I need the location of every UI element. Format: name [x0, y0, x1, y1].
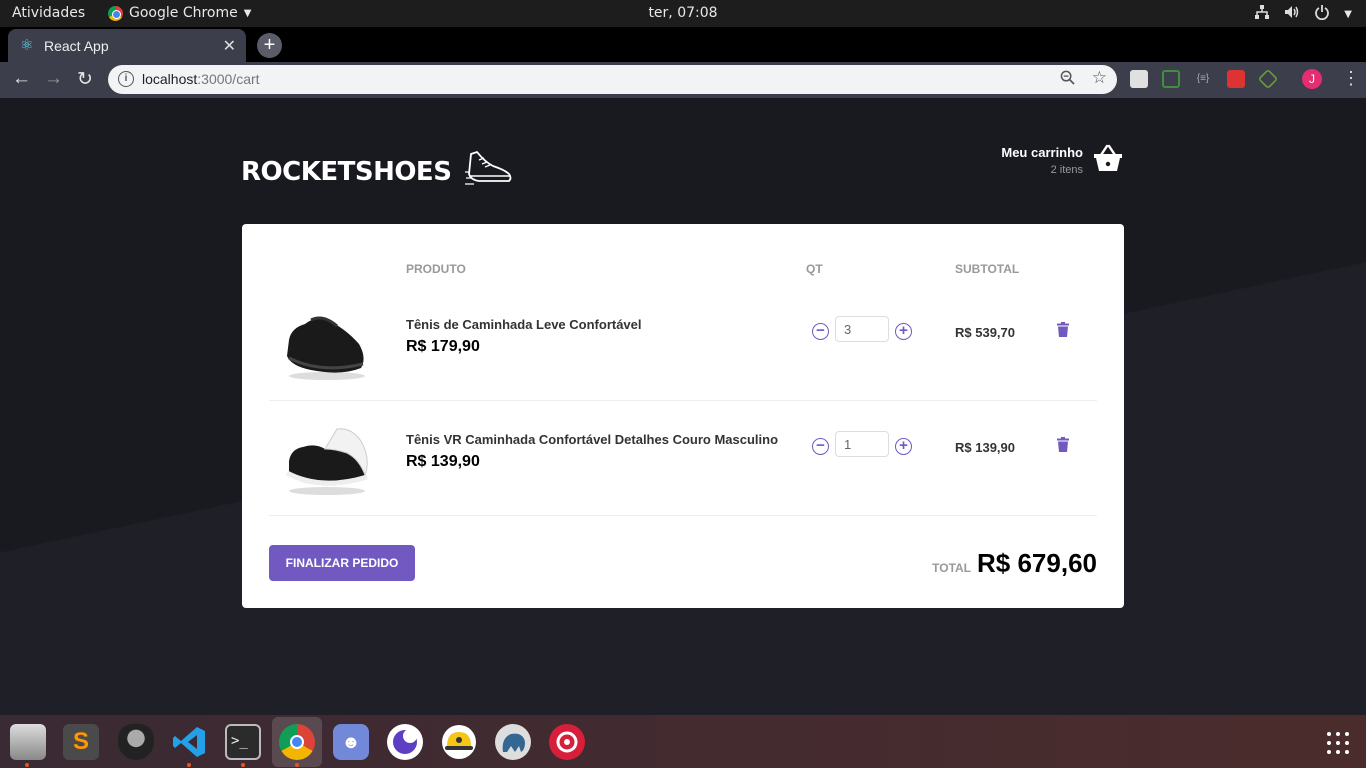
- postgres-elephant-icon[interactable]: [495, 724, 531, 760]
- extension-nodejs-icon[interactable]: [1257, 68, 1279, 90]
- info-icon[interactable]: i: [118, 71, 134, 87]
- tab-title: React App: [44, 38, 109, 54]
- cart-count: 2 itens: [1050, 164, 1083, 176]
- column-header-subtotal: SUBTOTAL: [955, 262, 1020, 276]
- app-page: ROCKETSHOES Meu carrinho 2 itens PRODUTO…: [0, 98, 1366, 715]
- menu-kebab-icon[interactable]: ⋮: [1342, 68, 1360, 89]
- system-tray[interactable]: ▼: [1254, 4, 1352, 24]
- running-indicator: [187, 763, 191, 767]
- tab-react-app[interactable]: ⚛ React App ✕: [8, 29, 246, 62]
- running-indicator: [295, 763, 299, 767]
- terminal-icon[interactable]: >_: [225, 724, 261, 760]
- show-apps-icon[interactable]: [1327, 732, 1349, 754]
- cart-item-row: Tênis de Caminhada Leve Confortável R$ 1…: [269, 286, 1097, 401]
- product-name: Tênis VR Caminhada Confortável Detalhes …: [406, 432, 779, 447]
- shoe-logo-icon: [465, 150, 513, 193]
- url-text[interactable]: localhost:3000/cart: [142, 71, 260, 87]
- decrement-button[interactable]: −: [812, 323, 829, 340]
- cart-summary: Meu carrinho 2 itens: [1001, 145, 1083, 176]
- profile-avatar[interactable]: J: [1302, 69, 1322, 89]
- increment-button[interactable]: +: [895, 323, 912, 340]
- item-subtotal: R$ 539,70: [955, 325, 1015, 340]
- item-subtotal: R$ 139,90: [955, 440, 1015, 455]
- trash-icon[interactable]: [1057, 437, 1069, 452]
- react-icon: ⚛: [20, 37, 34, 54]
- total-label: TOTAL: [932, 561, 972, 575]
- increment-button[interactable]: +: [895, 438, 912, 455]
- power-icon: [1314, 4, 1330, 24]
- browser-toolbar: ← → ↻ i localhost:3000/cart ☆ {≡} J ⋮: [0, 62, 1366, 98]
- extension-search-icon[interactable]: [1130, 70, 1148, 88]
- vscode-icon[interactable]: [171, 724, 207, 760]
- product-price: R$ 139,90: [406, 453, 480, 470]
- insomnia-icon[interactable]: [387, 724, 423, 760]
- header-cart-link[interactable]: Meu carrinho 2 itens: [1001, 144, 1123, 177]
- brand-name: ROCKETSHOES: [241, 156, 452, 187]
- extension-bug-icon[interactable]: [1227, 70, 1245, 88]
- running-indicator: [25, 763, 29, 767]
- dock: S >_ ☻: [0, 715, 1366, 768]
- cart-panel: PRODUTO QT SUBTOTAL Tênis de Caminhada L…: [242, 224, 1124, 608]
- system-top-bar: Atividades Google Chrome ▼ ter, 07:08 ▼: [0, 0, 1366, 27]
- new-tab-button[interactable]: +: [257, 33, 282, 58]
- running-indicator: [241, 763, 245, 767]
- chevron-down-icon: ▼: [1344, 8, 1352, 20]
- tab-strip: ⚛ React App ✕ +: [0, 27, 1366, 62]
- trash-icon[interactable]: [1057, 322, 1069, 337]
- decrement-button[interactable]: −: [812, 438, 829, 455]
- product-price: R$ 179,90: [406, 338, 480, 355]
- reload-icon[interactable]: ↻: [77, 68, 93, 91]
- column-header-qty: QT: [806, 262, 823, 276]
- forward-icon[interactable]: →: [44, 68, 63, 90]
- discord-icon[interactable]: ☻: [333, 724, 369, 760]
- extension-json-icon[interactable]: {≡}: [1194, 70, 1212, 88]
- logo[interactable]: ROCKETSHOES: [241, 150, 513, 193]
- total-value: R$ 679,60: [977, 548, 1097, 578]
- column-header-product: PRODUTO: [406, 262, 466, 276]
- shopping-basket-icon: [1093, 144, 1123, 177]
- close-tab-icon[interactable]: ✕: [223, 36, 236, 56]
- back-icon[interactable]: ←: [12, 68, 31, 90]
- sublime-text-icon[interactable]: S: [63, 724, 99, 760]
- product-name: Tênis de Caminhada Leve Confortável: [406, 317, 642, 332]
- bookmark-star-icon[interactable]: ☆: [1092, 68, 1107, 88]
- postbird-helmet-icon[interactable]: [441, 724, 477, 760]
- cart-title: Meu carrinho: [1001, 145, 1083, 160]
- network-icon: [1254, 4, 1270, 24]
- zoom-icon[interactable]: [1060, 70, 1075, 89]
- files-icon[interactable]: [10, 724, 46, 760]
- quantity-input[interactable]: [835, 316, 889, 342]
- volume-icon: [1284, 4, 1300, 24]
- order-total: TOTAL R$ 679,60: [932, 548, 1097, 579]
- product-image: [281, 415, 371, 501]
- address-bar[interactable]: i localhost:3000/cart ☆: [108, 65, 1117, 94]
- clock[interactable]: ter, 07:08: [0, 5, 1366, 21]
- extension-screen-icon[interactable]: [1162, 70, 1180, 88]
- product-image: [281, 300, 371, 386]
- quantity-input[interactable]: [835, 431, 889, 457]
- redis-manager-icon[interactable]: [549, 724, 585, 760]
- chrome-icon[interactable]: [279, 724, 315, 760]
- checkout-button[interactable]: FINALIZAR PEDIDO: [269, 545, 415, 581]
- dbeaver-icon[interactable]: [118, 724, 154, 760]
- cart-item-row: Tênis VR Caminhada Confortável Detalhes …: [269, 401, 1097, 516]
